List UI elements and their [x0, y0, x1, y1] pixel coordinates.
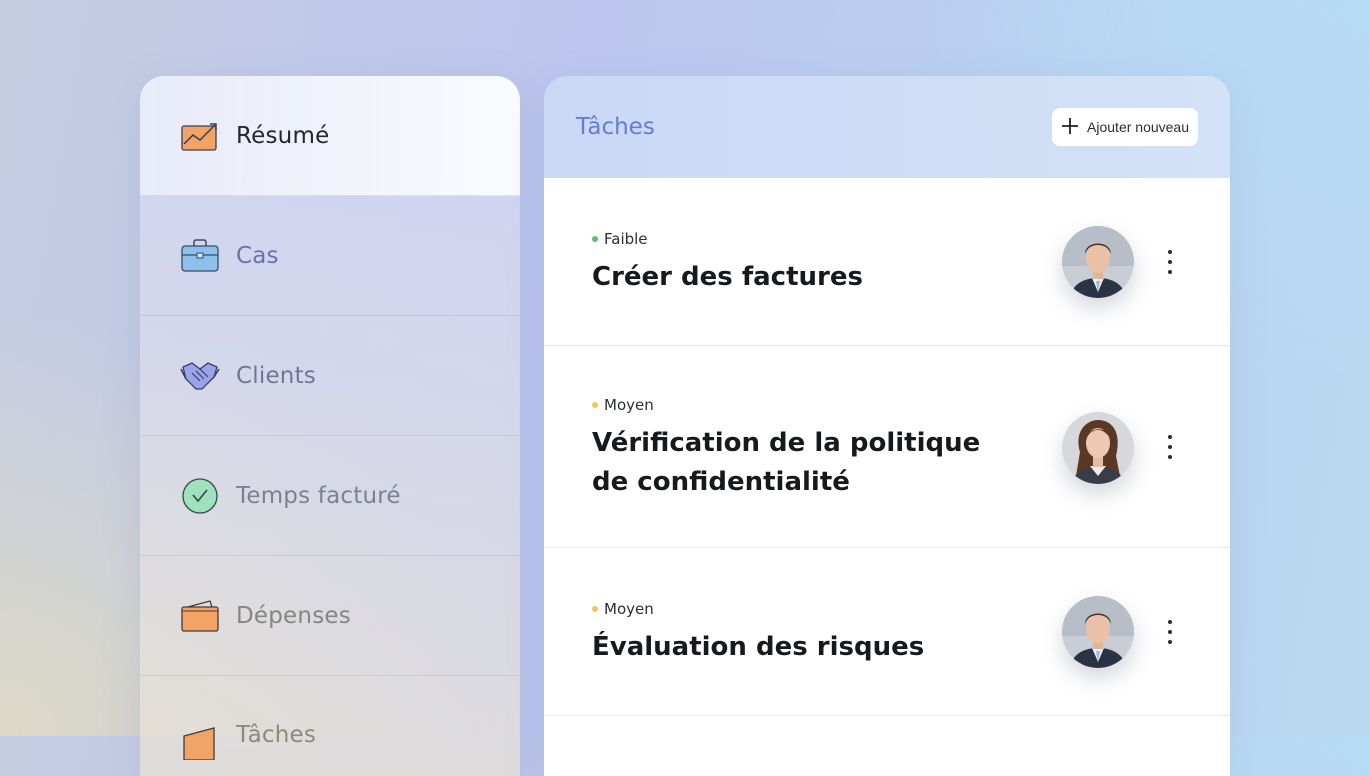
- more-options-icon[interactable]: [1162, 250, 1178, 274]
- avatar[interactable]: [1062, 596, 1134, 668]
- man-avatar-icon: [1062, 596, 1134, 668]
- sidebar-item-depenses[interactable]: Dépenses: [140, 556, 520, 676]
- tasks-panel: Tâches Ajouter nouveau Faible Créer des …: [544, 76, 1230, 776]
- priority-badge: Faible: [592, 230, 648, 248]
- briefcase-icon: [180, 236, 220, 276]
- wallet-icon: [180, 596, 220, 636]
- task-title: Créer des factures: [592, 262, 863, 292]
- sidebar-item-taches[interactable]: Tâches: [140, 676, 520, 776]
- woman-avatar-icon: [1062, 412, 1134, 484]
- sidebar-item-label: Clients: [236, 362, 316, 389]
- avatar[interactable]: [1062, 226, 1134, 298]
- sidebar-item-resume[interactable]: Résumé: [140, 76, 520, 196]
- avatar[interactable]: [1062, 412, 1134, 484]
- clock-check-icon: [180, 476, 220, 516]
- tasks-folder-icon: [180, 722, 220, 762]
- priority-dot: [592, 402, 598, 408]
- priority-label: Moyen: [604, 396, 654, 414]
- sidebar-item-cas[interactable]: Cas: [140, 196, 520, 316]
- add-new-button-label: Ajouter nouveau: [1087, 119, 1189, 135]
- tasks-panel-header: Tâches Ajouter nouveau: [544, 76, 1230, 178]
- sidebar-item-label: Résumé: [236, 122, 330, 149]
- add-new-button[interactable]: Ajouter nouveau: [1052, 108, 1198, 146]
- sidebar-item-label: Tâches: [236, 722, 317, 748]
- priority-badge: Moyen: [592, 396, 654, 414]
- plus-icon: [1061, 117, 1079, 138]
- sidebar-item-clients[interactable]: Clients: [140, 316, 520, 436]
- sidebar-item-label: Temps facturé: [236, 482, 401, 509]
- chart-trend-icon: [180, 116, 220, 156]
- sidebar-item-label: Cas: [236, 242, 279, 269]
- task-row[interactable]: Moyen Évaluation des risques: [544, 548, 1230, 716]
- more-options-icon[interactable]: [1162, 435, 1178, 459]
- more-options-icon[interactable]: [1162, 620, 1178, 644]
- priority-dot: [592, 606, 598, 612]
- task-row[interactable]: Moyen Vérification de la politique de co…: [544, 346, 1230, 548]
- priority-dot: [592, 236, 598, 242]
- sidebar-item-label: Dépenses: [236, 602, 351, 629]
- page-title: Tâches: [576, 114, 655, 140]
- sidebar-item-temps-facture[interactable]: Temps facturé: [140, 436, 520, 556]
- sidebar: Résumé Cas Clients Temps facturé Dépense…: [140, 76, 520, 776]
- handshake-icon: [180, 356, 220, 396]
- task-row[interactable]: Faible Créer des factures: [544, 178, 1230, 346]
- priority-badge: Moyen: [592, 600, 654, 618]
- man-avatar-icon: [1062, 226, 1134, 298]
- priority-label: Faible: [604, 230, 648, 248]
- task-title: Vérification de la politique de confiden…: [592, 428, 981, 497]
- task-title: Évaluation des risques: [592, 632, 925, 662]
- priority-label: Moyen: [604, 600, 654, 618]
